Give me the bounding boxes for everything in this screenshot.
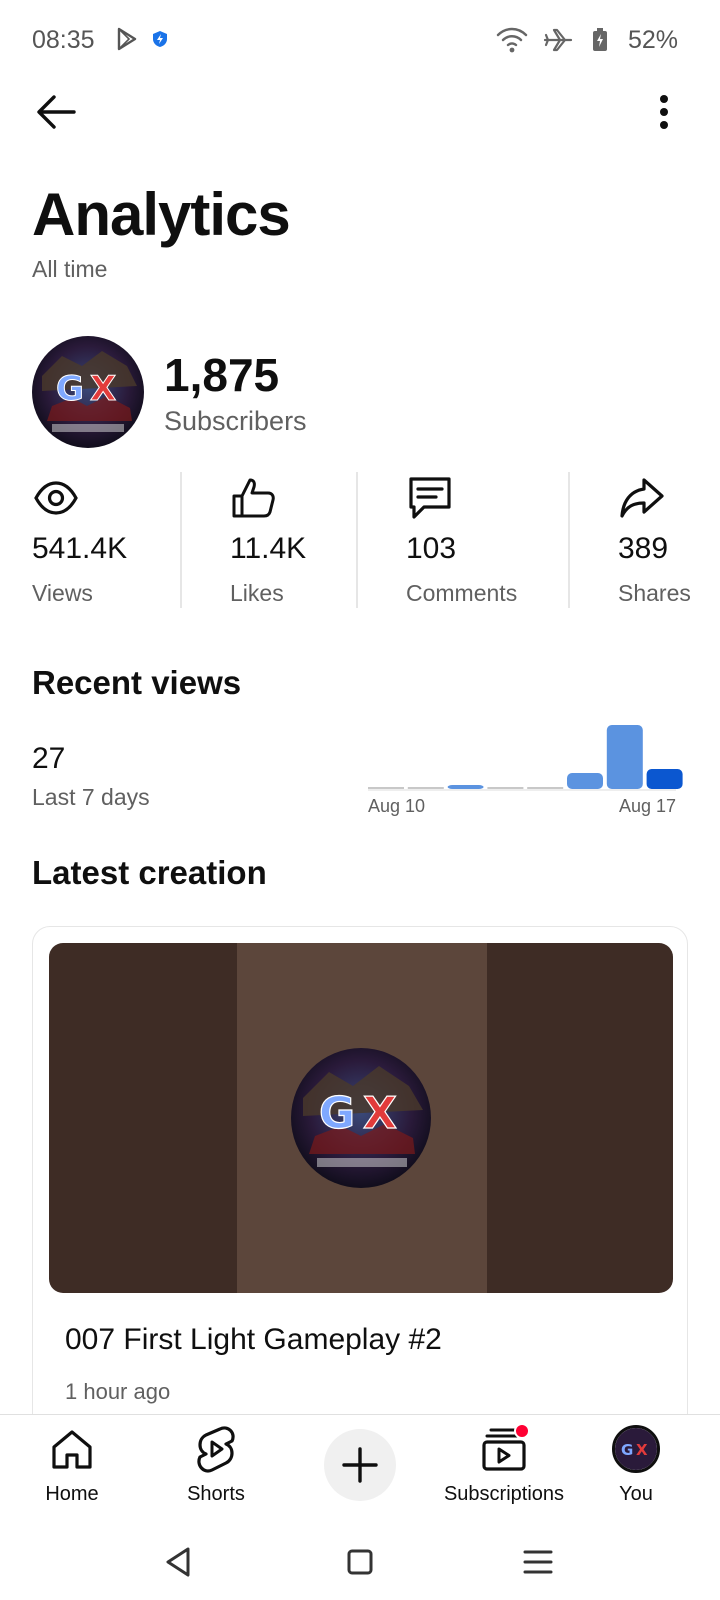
recent-views-period: Last 7 days <box>32 784 150 810</box>
shares-value: 389 <box>618 532 669 565</box>
svg-text:G: G <box>621 1441 633 1459</box>
stat-divider <box>568 472 570 608</box>
recent-views-chart[interactable]: Aug 10 Aug 17 <box>368 720 688 840</box>
system-back-button[interactable] <box>150 1534 206 1590</box>
home-icon <box>52 1430 92 1469</box>
views-value: 541.4K <box>32 532 128 565</box>
comment-icon <box>409 477 451 519</box>
svg-text:X: X <box>90 369 116 409</box>
shield-icon <box>152 30 168 53</box>
battery-icon <box>592 28 608 57</box>
page-title: Analytics <box>32 181 291 248</box>
nav-home-label: Home <box>45 1483 99 1505</box>
recent-views-value: 27 <box>32 742 66 775</box>
svg-text:G: G <box>56 369 84 409</box>
video-published-time: 1 hour ago <box>65 1379 171 1404</box>
battery-level: 52% <box>627 26 678 54</box>
chart-bar-d2 <box>407 787 444 789</box>
airplane-icon <box>542 26 574 59</box>
status-bar: 08:35 52% <box>0 0 720 80</box>
notification-dot <box>514 1423 530 1439</box>
stat-divider <box>356 472 358 608</box>
more-vert-icon <box>660 95 668 129</box>
nav-shorts-label: Shorts <box>187 1483 245 1505</box>
shares-label: Shares <box>618 580 691 606</box>
views-label: Views <box>32 580 93 606</box>
chart-bar-d1 <box>368 787 404 789</box>
stat-divider <box>180 472 182 608</box>
chart-bar-d5 <box>527 787 564 789</box>
chart-bar-d4 <box>487 787 524 789</box>
play-store-icon <box>116 26 138 57</box>
likes-value: 11.4K <box>230 532 307 565</box>
nav-shorts[interactable]: Shorts <box>146 1423 286 1506</box>
svg-text:G: G <box>319 1088 355 1139</box>
nav-subscriptions[interactable]: Subscriptions <box>434 1423 574 1506</box>
eye-icon <box>34 481 78 515</box>
thumbs-up-icon <box>232 478 275 518</box>
chart-bar-d3 <box>447 785 484 789</box>
menu-lines-icon <box>523 1550 553 1574</box>
create-button[interactable] <box>324 1429 396 1501</box>
svg-text:X: X <box>636 1441 648 1459</box>
arrow-left-icon <box>37 95 76 129</box>
chart-tick-end: Aug 17 <box>619 796 676 816</box>
bottom-navigation: Home Shorts Subscriptions G X You <box>0 1414 720 1524</box>
system-navigation-bar <box>0 1524 720 1600</box>
system-recents-button[interactable] <box>510 1534 566 1590</box>
chart-bar-d6 <box>567 773 603 789</box>
top-app-bar <box>0 80 720 152</box>
chart-bar-d8 <box>646 769 683 789</box>
chart-bar-d7 <box>606 725 643 789</box>
chart-svg: Aug 10 Aug 17 <box>368 725 683 816</box>
subscriber-label: Subscribers <box>164 406 307 436</box>
square-home-icon <box>347 1549 373 1575</box>
channel-avatar[interactable]: G X <box>32 336 144 448</box>
comments-label: Comments <box>406 580 518 606</box>
svg-text:X: X <box>363 1088 397 1139</box>
video-title[interactable]: 007 First Light Gameplay #2 <box>65 1323 442 1357</box>
period-label: All time <box>32 256 108 282</box>
subscriber-count: 1,875 <box>164 349 280 401</box>
shorts-icon <box>197 1426 235 1473</box>
plus-icon <box>342 1447 378 1483</box>
comments-value: 103 <box>406 532 457 565</box>
thumbnail-channel-logo: G X <box>291 1048 431 1188</box>
nav-subscriptions-label: Subscriptions <box>443 1483 565 1505</box>
more-options-button[interactable] <box>644 86 684 138</box>
chart-tick-start: Aug 10 <box>368 796 425 816</box>
recent-views-title: Recent views <box>32 664 242 701</box>
wifi-icon <box>496 26 528 59</box>
likes-label: Likes <box>230 580 284 606</box>
back-button[interactable] <box>30 86 82 138</box>
share-icon <box>620 478 664 518</box>
video-thumbnail[interactable]: G X <box>49 943 673 1293</box>
system-home-button[interactable] <box>332 1534 388 1590</box>
nav-you[interactable]: G X You <box>566 1423 706 1506</box>
triangle-back-icon <box>166 1547 190 1577</box>
status-time: 08:35 <box>32 26 95 54</box>
you-avatar: G X <box>612 1425 660 1473</box>
nav-you-label: You <box>619 1483 653 1505</box>
nav-home[interactable]: Home <box>2 1423 142 1506</box>
latest-creation-title: Latest creation <box>32 854 267 891</box>
